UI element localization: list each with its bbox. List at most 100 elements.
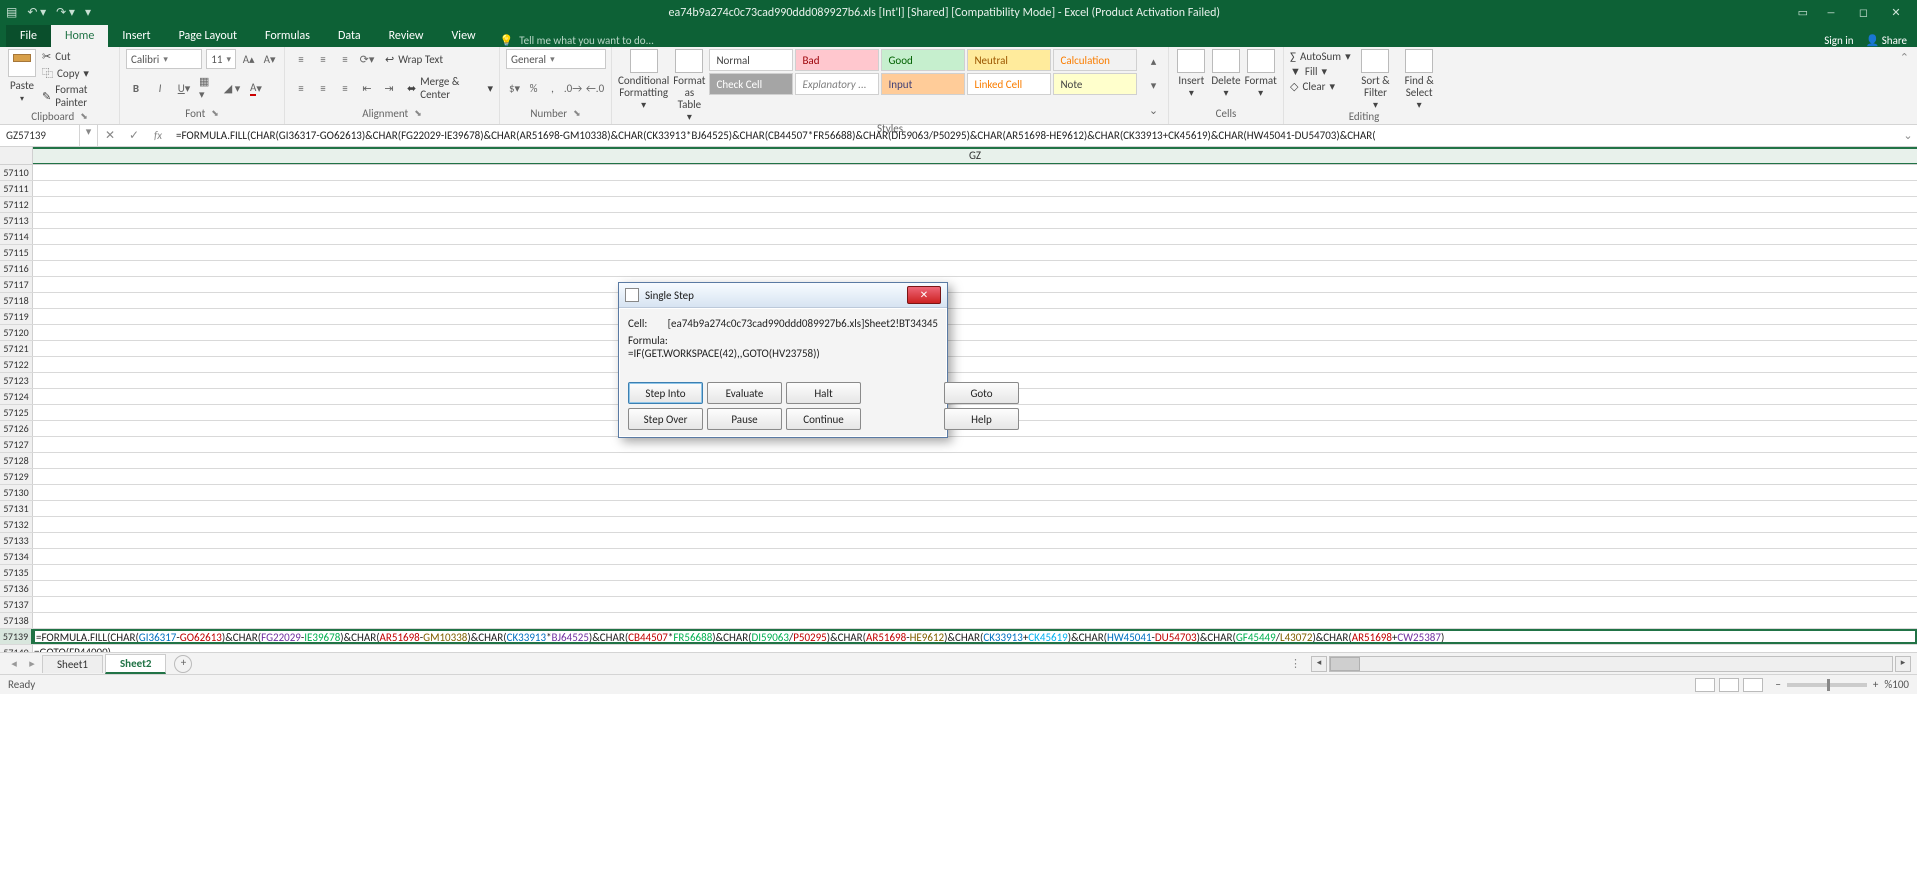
row-header[interactable]: 57120 [0, 325, 33, 340]
align-top-icon[interactable]: ≡ [291, 49, 311, 69]
autosum-button[interactable]: ∑AutoSum ▾ [1290, 49, 1351, 64]
row-header[interactable]: 57125 [0, 405, 33, 420]
cell-styles-gallery[interactable]: Normal Bad Good Neutral Calculation Chec… [709, 49, 1137, 122]
tab-formulas[interactable]: Formulas [251, 25, 324, 47]
format-as-table-button[interactable]: Format as Table▾ [673, 49, 705, 122]
font-name-combo[interactable]: Calibri [126, 49, 202, 69]
orientation-icon[interactable]: ⟳▾ [357, 49, 377, 69]
column-header-gz[interactable]: GZ [33, 147, 1917, 164]
row-header[interactable]: 57129 [0, 469, 33, 484]
style-neutral[interactable]: Neutral [967, 49, 1051, 71]
format-cells-button[interactable]: Format▾ [1244, 49, 1277, 98]
cell[interactable] [33, 581, 1917, 596]
hscroll-right-icon[interactable]: ▸ [1895, 656, 1911, 672]
pause-button[interactable]: Pause [707, 408, 782, 430]
select-all-corner[interactable] [0, 147, 33, 164]
fill-button[interactable]: ▼Fill ▾ [1290, 64, 1351, 79]
row-header[interactable]: 57126 [0, 421, 33, 436]
step-into-button[interactable]: Step Into [628, 382, 703, 404]
cell[interactable] [33, 517, 1917, 532]
cell[interactable] [33, 245, 1917, 260]
comma-icon[interactable]: , [544, 78, 561, 98]
sheet-tab-2[interactable]: Sheet2 [105, 654, 167, 674]
cell[interactable] [33, 325, 1917, 340]
tab-page-layout[interactable]: Page Layout [165, 25, 251, 47]
cell[interactable] [33, 197, 1917, 212]
align-right-icon[interactable]: ≡ [335, 78, 355, 98]
style-normal[interactable]: Normal [709, 49, 793, 71]
style-note[interactable]: Note [1053, 73, 1137, 95]
tab-view[interactable]: View [438, 25, 490, 47]
number-launcher-icon[interactable]: ⬊ [573, 108, 581, 119]
help-button[interactable]: Help [944, 408, 1019, 430]
view-normal-icon[interactable] [1695, 678, 1715, 692]
fill-color-button[interactable]: ◢ ▾ [222, 78, 242, 98]
zoom-level[interactable]: %100 [1884, 678, 1909, 691]
row-header[interactable]: 57138 [0, 613, 33, 628]
row-header[interactable]: 57110 [0, 165, 33, 180]
view-page-layout-icon[interactable] [1719, 678, 1739, 692]
row-header[interactable]: 57114 [0, 229, 33, 244]
row-header[interactable]: 57131 [0, 501, 33, 516]
cell[interactable] [33, 277, 1917, 292]
find-select-button[interactable]: Find & Select▾ [1400, 49, 1438, 110]
align-bottom-icon[interactable]: ≡ [335, 49, 355, 69]
dec-decimal-icon[interactable]: ←.0 [585, 78, 605, 98]
row-header[interactable]: 57113 [0, 213, 33, 228]
minimize-button[interactable]: ― [1816, 6, 1846, 19]
style-bad[interactable]: Bad [795, 49, 879, 71]
zoom-slider[interactable] [1787, 683, 1867, 687]
styles-scroll-up-icon[interactable]: ▴ [1143, 51, 1163, 71]
row-header[interactable]: 57133 [0, 533, 33, 548]
row-header[interactable]: 57112 [0, 197, 33, 212]
style-calculation[interactable]: Calculation [1053, 49, 1137, 71]
tab-home[interactable]: Home [51, 25, 108, 47]
continue-button[interactable]: Continue [786, 408, 861, 430]
tab-data[interactable]: Data [324, 25, 375, 47]
sign-in-link[interactable]: Sign in [1824, 34, 1853, 47]
step-over-button[interactable]: Step Over [628, 408, 703, 430]
border-button[interactable]: ▦ ▾ [198, 78, 218, 98]
row-header[interactable]: 57137 [0, 597, 33, 612]
name-box[interactable]: GZ57139 [0, 125, 80, 146]
delete-cells-button[interactable]: Delete▾ [1210, 49, 1243, 98]
row-header[interactable]: 57130 [0, 485, 33, 500]
paste-button[interactable]: Paste▾ [6, 49, 38, 104]
new-sheet-button[interactable]: + [174, 655, 192, 673]
accounting-icon[interactable]: $▾ [506, 78, 523, 98]
goto-button[interactable]: Goto [944, 382, 1019, 404]
fx-icon[interactable]: fx [146, 129, 170, 143]
dialog-close-button[interactable]: ✕ [907, 286, 941, 304]
undo-icon[interactable]: ↶ ▾ [27, 5, 46, 20]
row-header[interactable]: 57134 [0, 549, 33, 564]
expand-formula-bar-icon[interactable]: ⌄ [1899, 129, 1917, 142]
styles-scroll-down-icon[interactable]: ▾ [1143, 76, 1163, 96]
dialog-titlebar[interactable]: Single Step ✕ [619, 283, 947, 308]
clipboard-launcher-icon[interactable]: ⬊ [80, 111, 88, 122]
cell[interactable] [33, 213, 1917, 228]
merge-center-button[interactable]: ⬌Merge & Center ▾ [407, 74, 493, 102]
styles-more-icon[interactable]: ⌄ [1143, 100, 1163, 120]
bold-button[interactable]: B [126, 78, 146, 98]
style-explanatory[interactable]: Explanatory ... [795, 73, 879, 95]
row-header[interactable]: 57132 [0, 517, 33, 532]
close-button[interactable]: ✕ [1881, 6, 1911, 19]
align-middle-icon[interactable]: ≡ [313, 49, 333, 69]
inc-decimal-icon[interactable]: .0→ [563, 78, 583, 98]
row-header[interactable]: 57135 [0, 565, 33, 580]
cell[interactable] [33, 293, 1917, 308]
row-header[interactable]: 57136 [0, 581, 33, 596]
cell[interactable] [33, 565, 1917, 580]
cell[interactable] [33, 485, 1917, 500]
copy-button[interactable]: ⿻Copy ▾ [42, 64, 113, 82]
row-header[interactable]: 57118 [0, 293, 33, 308]
name-box-dropdown-icon[interactable]: ▾ [80, 125, 98, 146]
style-good[interactable]: Good [881, 49, 965, 71]
tab-file[interactable]: File [6, 25, 51, 47]
evaluate-button[interactable]: Evaluate [707, 382, 782, 404]
format-painter-button[interactable]: ✎Format Painter [42, 82, 113, 110]
formula-input[interactable]: =FORMULA.FILL(CHAR(GI36317-GO62613)&CHAR… [170, 129, 1899, 142]
cell[interactable]: =FORMULA.FILL(CHAR(GI36317-GO62613)&CHAR… [33, 629, 1917, 644]
zoom-out-icon[interactable]: − [1775, 678, 1780, 691]
font-color-button[interactable]: A ▾ [246, 78, 266, 98]
